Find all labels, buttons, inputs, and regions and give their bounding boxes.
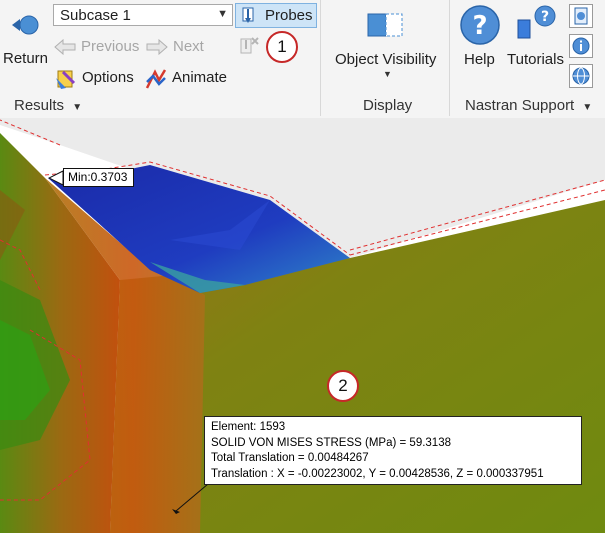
- display-group-text: Display: [363, 97, 413, 114]
- svg-text:?: ?: [472, 11, 487, 41]
- callout-1: 1: [266, 31, 298, 63]
- display-group-label: Display: [363, 97, 412, 114]
- chevron-down-icon: ▼: [582, 102, 593, 113]
- nastran-support-group-label[interactable]: Nastran Support ▼: [465, 97, 592, 114]
- help-icon: ?: [460, 5, 500, 45]
- probes-button[interactable]: Probes: [235, 3, 317, 28]
- tutorials-button[interactable]: ? Tutorials: [505, 4, 565, 70]
- min-value-label: Min:0.3703: [63, 168, 134, 187]
- min-label-pointer: [48, 170, 64, 186]
- object-visibility-button[interactable]: Object Visibility ▼: [330, 6, 444, 82]
- animate-icon: [145, 69, 167, 89]
- return-button[interactable]: Return: [2, 8, 48, 70]
- probe-stress: SOLID VON MISES STRESS (MPa) = 59.3138: [211, 436, 451, 449]
- animate-button[interactable]: Animate: [145, 67, 233, 91]
- next-arrow-icon: [146, 39, 168, 55]
- info-document-icon: [574, 7, 588, 25]
- previous-button[interactable]: Previous: [54, 37, 140, 59]
- help-label: Help: [464, 51, 495, 68]
- options-label: Options: [82, 69, 134, 86]
- ribbon-toolbar: Return Subcase 1 ▼ Probes Previous Next …: [0, 0, 605, 119]
- ribbon-separator: [320, 0, 321, 116]
- svg-text:?: ?: [541, 9, 549, 25]
- info-button[interactable]: [569, 34, 593, 58]
- dropdown-arrow-icon: ▼: [217, 8, 228, 20]
- next-button[interactable]: Next: [146, 37, 208, 59]
- options-button[interactable]: Options: [54, 67, 138, 91]
- results-group-text: Results: [14, 97, 65, 114]
- options-icon: [56, 70, 76, 89]
- clear-probes-icon: [240, 37, 259, 54]
- probe-info-box: Element: 1593 SOLID VON MISES STRESS (MP…: [204, 416, 582, 485]
- previous-label: Previous: [81, 38, 140, 55]
- animate-label: Animate: [172, 69, 228, 86]
- return-icon: [12, 15, 39, 35]
- probes-label: Probes: [265, 7, 313, 24]
- clear-probes-button[interactable]: [237, 35, 261, 59]
- ribbon-separator: [449, 0, 450, 116]
- return-label: Return: [3, 50, 49, 67]
- probe-total-translation: Total Translation = 0.00484267: [211, 452, 369, 464]
- next-label: Next: [173, 38, 204, 55]
- help-button[interactable]: ? Help: [459, 4, 503, 70]
- object-visibility-label: Object Visibility: [335, 51, 437, 68]
- subcase-value: Subcase 1: [60, 7, 131, 24]
- probe-element: Element: 1593: [211, 421, 286, 433]
- globe-icon: [572, 67, 590, 85]
- info-icon: [572, 37, 590, 55]
- globe-button[interactable]: [569, 64, 593, 88]
- previous-arrow-icon: [54, 39, 76, 55]
- chevron-down-icon: ▼: [383, 69, 392, 79]
- callout-2: 2: [327, 370, 359, 402]
- subcase-dropdown[interactable]: Subcase 1 ▼: [53, 4, 233, 26]
- tutorials-label: Tutorials: [507, 51, 564, 68]
- chevron-down-icon: ▼: [72, 102, 83, 113]
- info-document-button[interactable]: [569, 4, 593, 28]
- probe-translation: Translation : X = -0.00223002, Y = 0.004…: [211, 467, 544, 480]
- probes-icon: [242, 7, 254, 23]
- results-group-label[interactable]: Results ▼: [14, 97, 82, 114]
- tutorials-icon: ?: [517, 5, 556, 39]
- object-visibility-icon: [367, 13, 403, 37]
- nastran-support-group-text: Nastran Support: [465, 97, 575, 114]
